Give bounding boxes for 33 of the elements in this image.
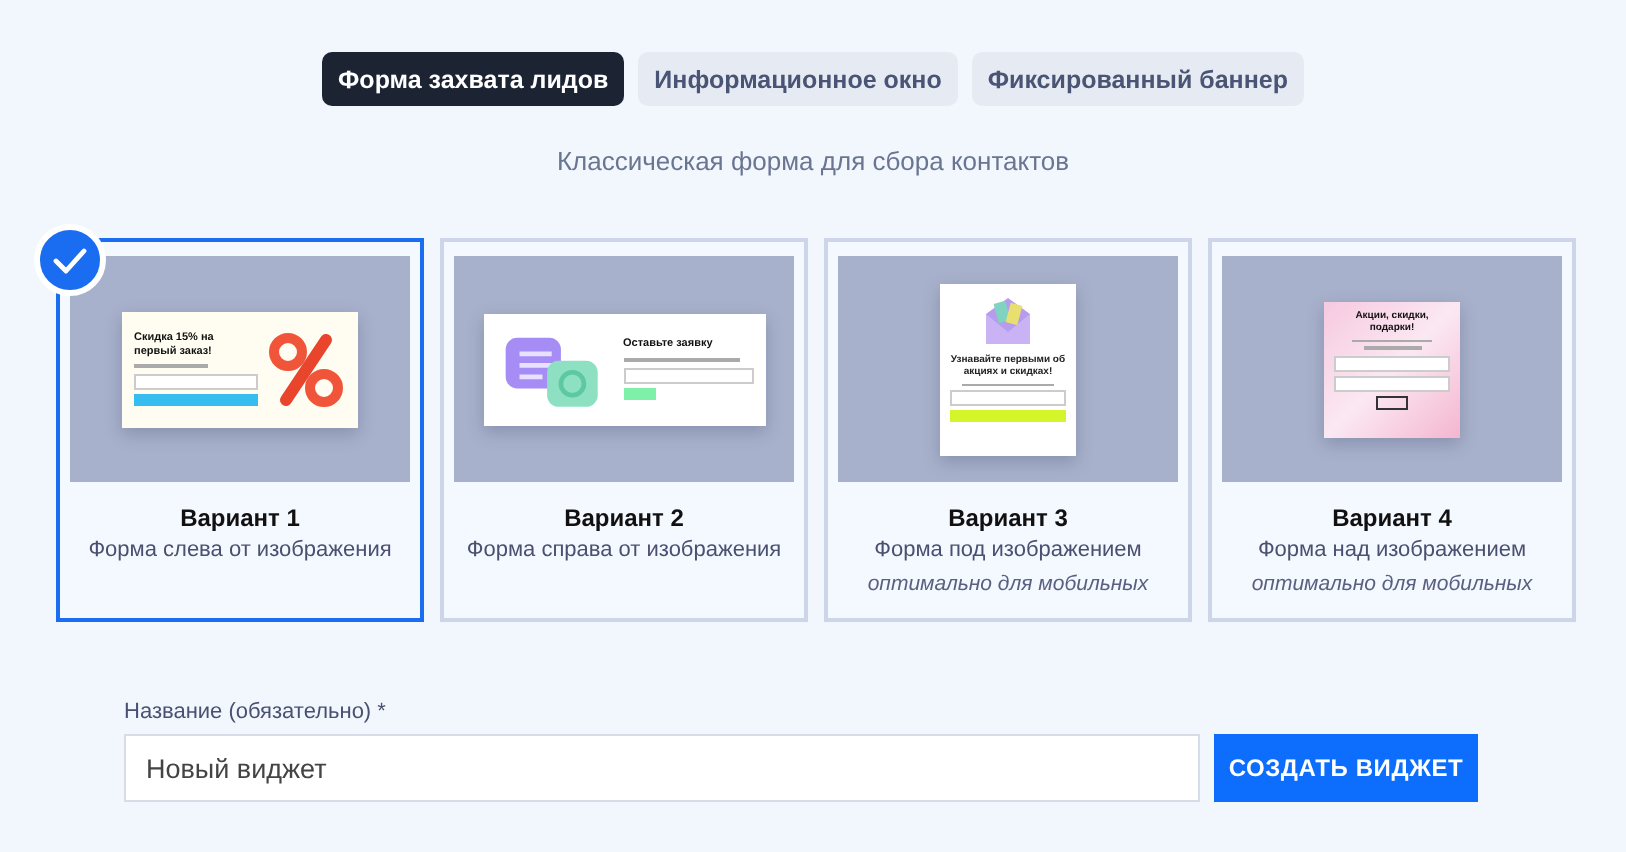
variant-title: Вариант 1	[178, 504, 302, 532]
mini-button	[134, 393, 258, 406]
tab[interactable]: Форма захвата лидов	[322, 52, 625, 106]
mini-input-field	[1334, 375, 1450, 391]
field-label: Название (обязательно) *	[124, 700, 388, 724]
mini-input-field	[623, 367, 753, 384]
text-line	[134, 364, 209, 368]
mini-input-field	[950, 390, 1066, 406]
mini-input-field	[1334, 355, 1450, 371]
variant-note: оптимально для мобильных	[865, 572, 1151, 596]
text-line	[1363, 346, 1421, 349]
mini-button	[1376, 395, 1408, 409]
variant-subtitle: Форма слева от изображения	[86, 538, 394, 562]
tab[interactable]: Информационное окно	[638, 52, 958, 106]
text-line	[623, 358, 740, 362]
variant-title: Вариант 3	[946, 504, 1070, 532]
variant-subtitle: Форма справа от изображения	[464, 538, 784, 562]
create-widget-button[interactable]: СОЗДАТЬ ВИДЖЕТ	[1214, 734, 1478, 802]
variant-note: оптимально для мобильных	[1249, 572, 1535, 596]
name-input-field[interactable]: Новый виджет	[124, 734, 1200, 802]
description: Классическая форма для сбора контактов	[554, 146, 1072, 176]
mini-button	[950, 410, 1066, 422]
tab[interactable]: Фиксированный баннер	[971, 52, 1304, 106]
text-line	[961, 383, 1055, 386]
mini-input-field	[134, 373, 258, 390]
variant-title: Вариант 4	[1330, 504, 1454, 532]
variant-subtitle: Форма под изображением	[872, 538, 1144, 562]
mini-button	[623, 387, 655, 400]
variant-title: Вариант 2	[562, 504, 686, 532]
text-line	[1351, 339, 1433, 342]
percent-icon	[266, 329, 346, 409]
variant-subtitle: Форма над изображением	[1255, 538, 1529, 562]
checkmark-icon	[34, 224, 106, 296]
